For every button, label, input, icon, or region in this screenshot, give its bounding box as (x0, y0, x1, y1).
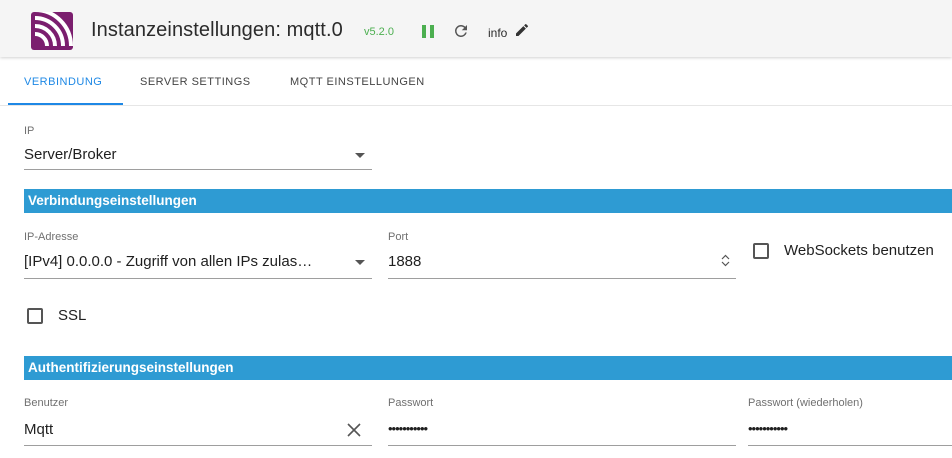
ip-address-select-value[interactable]: [IPv4] 0.0.0.0 - Zugriff von allen IPs z… (24, 253, 344, 270)
ssl-label: SSL (58, 307, 87, 324)
ip-select-underline (24, 169, 372, 170)
password-input[interactable]: ••••••••••• (388, 421, 428, 436)
tab-mqtt-einstellungen[interactable]: MQTT EINSTELLUNGEN (290, 76, 425, 88)
port-input[interactable]: 1888 (388, 253, 421, 270)
close-icon[interactable] (347, 423, 361, 437)
user-label: Benutzer (24, 397, 69, 409)
websockets-label: WebSockets benutzen (784, 242, 934, 259)
pencil-icon[interactable] (514, 22, 530, 38)
websockets-checkbox[interactable] (753, 243, 769, 259)
port-underline (388, 278, 736, 279)
spinner-arrows-icon[interactable] (721, 254, 730, 267)
section-authentifizierungseinstellungen: Authentifizierungseinstellungen (24, 356, 952, 380)
chevron-down-icon[interactable] (355, 153, 365, 158)
port-label: Port (388, 231, 409, 243)
ip-address-underline (24, 278, 372, 279)
ip-address-label: IP-Adresse (24, 231, 79, 243)
password-repeat-label: Passwort (wiederholen) (748, 397, 863, 409)
tab-bar: VERBINDUNG SERVER SETTINGS MQTT EINSTELL… (0, 60, 952, 106)
password-label: Passwort (388, 397, 434, 409)
app-header: Instanzeinstellungen: mqtt.0 v5.2.0 info (0, 0, 952, 57)
pause-icon[interactable] (422, 25, 434, 38)
info-label[interactable]: info (488, 26, 507, 40)
tab-verbindung[interactable]: VERBINDUNG (24, 76, 102, 88)
ip-label: IP (24, 125, 35, 137)
reload-icon[interactable] (452, 22, 470, 40)
page-title: Instanzeinstellungen: mqtt.0 (91, 19, 343, 41)
password-underline (388, 445, 736, 446)
chevron-down-icon[interactable] (355, 260, 365, 265)
tab-server-settings[interactable]: SERVER SETTINGS (140, 76, 251, 88)
section-verbindungseinstellungen: Verbindungseinstellungen (24, 189, 952, 213)
user-underline (24, 445, 372, 446)
ssl-checkbox[interactable] (27, 308, 43, 324)
password-repeat-input[interactable]: ••••••••••• (748, 421, 788, 436)
mqtt-logo-icon (31, 12, 73, 50)
password-repeat-underline (748, 445, 952, 446)
active-tab-indicator (8, 103, 123, 105)
user-input[interactable]: Mqtt (24, 421, 53, 438)
version-label: v5.2.0 (364, 26, 394, 38)
ip-select-value[interactable]: Server/Broker (24, 146, 117, 163)
